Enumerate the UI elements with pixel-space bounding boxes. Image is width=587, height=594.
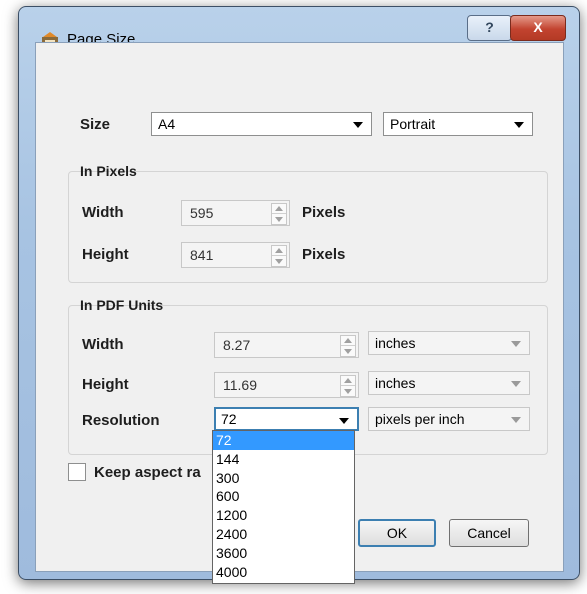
- pixels-width-label: Width: [82, 204, 124, 221]
- resolution-option[interactable]: 144: [213, 450, 354, 469]
- pixels-height-value: 841: [190, 247, 214, 263]
- resolution-value: 72: [221, 411, 237, 427]
- resolution-unit-combo[interactable]: pixels per inch: [368, 407, 530, 431]
- chevron-down-icon: [511, 417, 521, 423]
- orientation-combo[interactable]: Portrait: [383, 112, 533, 136]
- resolution-option[interactable]: 600: [213, 487, 354, 506]
- pixels-width-spinbox[interactable]: 595: [181, 200, 290, 226]
- keep-aspect-label: Keep aspect ra: [94, 464, 201, 481]
- pdf-height-value: 11.69: [223, 377, 257, 393]
- size-combo[interactable]: A4: [151, 112, 372, 136]
- ok-button[interactable]: OK: [358, 519, 436, 547]
- spin-down-icon[interactable]: [344, 389, 352, 394]
- in-pdf-units-title: In PDF Units: [80, 297, 164, 313]
- pixels-width-unit: Pixels: [302, 204, 346, 221]
- pdf-width-label: Width: [82, 336, 124, 353]
- pixels-height-spinbox[interactable]: 841: [181, 242, 290, 268]
- in-pixels-group: [68, 171, 548, 283]
- size-value: A4: [158, 116, 176, 132]
- pdf-height-unit: inches: [375, 375, 416, 391]
- chevron-down-icon: [514, 122, 524, 128]
- chevron-down-icon: [353, 122, 363, 128]
- resolution-option[interactable]: 300: [213, 469, 354, 488]
- chevron-down-icon: [339, 418, 349, 424]
- pdf-height-spinbox[interactable]: 11.69: [214, 372, 359, 398]
- close-button[interactable]: X: [510, 15, 566, 41]
- pixels-height-unit: Pixels: [302, 246, 346, 263]
- spin-buttons[interactable]: [340, 335, 356, 357]
- chevron-down-icon: [511, 341, 521, 347]
- resolution-dropdown-list[interactable]: 72 144 300 600 1200 2400 3600 4000: [212, 430, 355, 584]
- pdf-width-unit-combo[interactable]: inches: [368, 331, 530, 355]
- chevron-down-icon: [511, 381, 521, 387]
- resolution-unit: pixels per inch: [375, 411, 465, 427]
- orientation-value: Portrait: [390, 116, 436, 132]
- spin-down-icon[interactable]: [275, 259, 283, 264]
- spin-down-icon[interactable]: [275, 217, 283, 222]
- pdf-width-value: 8.27: [223, 337, 251, 353]
- size-label: Size: [80, 116, 111, 133]
- spin-up-icon[interactable]: [275, 206, 283, 211]
- pdf-height-label: Height: [82, 376, 129, 393]
- spin-buttons[interactable]: [271, 245, 287, 267]
- resolution-option[interactable]: 1200: [213, 506, 354, 525]
- pdf-height-unit-combo[interactable]: inches: [368, 371, 530, 395]
- spin-up-icon[interactable]: [275, 248, 283, 253]
- help-button[interactable]: ?: [467, 15, 512, 41]
- spin-buttons[interactable]: [340, 375, 356, 397]
- resolution-combo[interactable]: 72: [214, 407, 359, 431]
- pdf-width-spinbox[interactable]: 8.27: [214, 332, 359, 358]
- spin-up-icon[interactable]: [344, 378, 352, 383]
- spin-buttons[interactable]: [271, 203, 287, 225]
- pdf-width-unit: inches: [375, 335, 416, 351]
- cancel-button[interactable]: Cancel: [449, 519, 529, 547]
- in-pixels-title: In Pixels: [80, 163, 137, 179]
- resolution-option[interactable]: 2400: [213, 525, 354, 544]
- pixels-height-label: Height: [82, 246, 129, 263]
- resolution-option[interactable]: 3600: [213, 544, 354, 563]
- keep-aspect-checkbox[interactable]: [68, 463, 86, 481]
- spin-up-icon[interactable]: [344, 338, 352, 343]
- spin-down-icon[interactable]: [344, 349, 352, 354]
- resolution-option[interactable]: 72: [213, 431, 354, 450]
- resolution-option[interactable]: 4000: [213, 563, 354, 582]
- resolution-label: Resolution: [82, 412, 160, 429]
- pixels-width-value: 595: [190, 205, 214, 221]
